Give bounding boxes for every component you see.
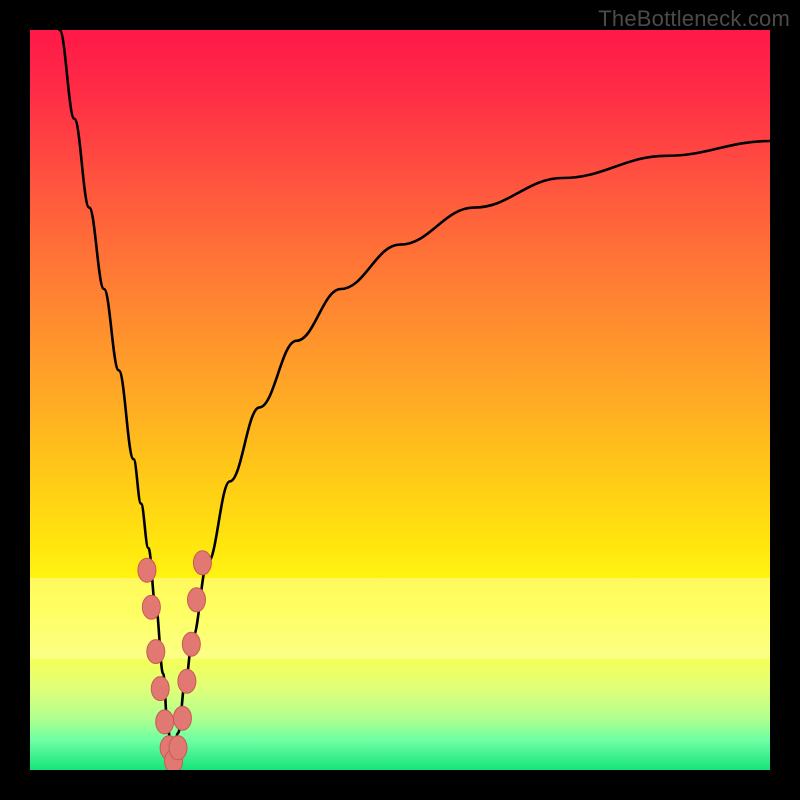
plot-area [30,30,770,770]
data-marker [178,669,196,693]
data-marker [169,736,187,760]
curve-layer [30,30,770,770]
data-marker [188,588,206,612]
data-marker [156,710,174,734]
data-marker [142,595,160,619]
marker-group [138,551,212,770]
data-marker [173,706,191,730]
data-marker [147,640,165,664]
curve-right-branch [172,141,770,763]
data-marker [138,558,156,582]
data-marker [193,551,211,575]
data-marker [182,632,200,656]
data-marker [151,677,169,701]
watermark-label: TheBottleneck.com [598,6,790,32]
chart-frame: TheBottleneck.com [0,0,800,800]
